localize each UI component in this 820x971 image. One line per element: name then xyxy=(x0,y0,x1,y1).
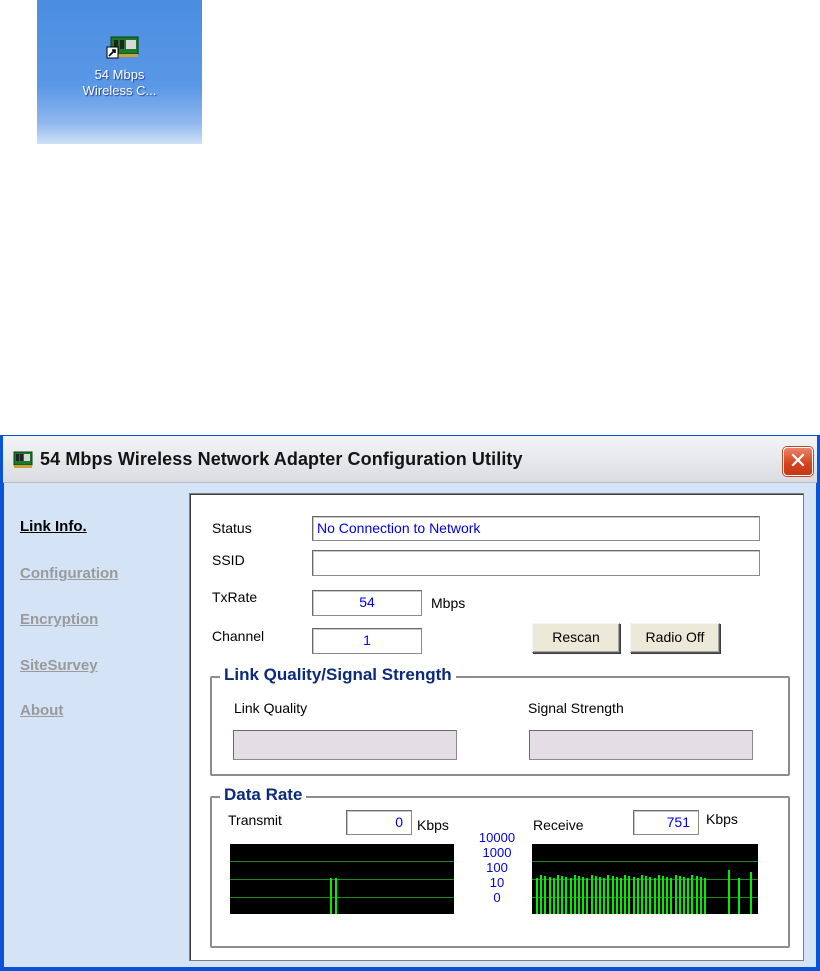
graph-bar xyxy=(561,876,563,914)
graph-bar xyxy=(540,875,542,914)
signal-strength-label: Signal Strength xyxy=(528,700,624,716)
receive-label: Receive xyxy=(533,817,584,833)
graph-bar xyxy=(544,876,546,914)
txrate-label: TxRate xyxy=(212,589,258,605)
receive-unit: Kbps xyxy=(706,811,738,827)
config-utility-window: 54 Mbps Wireless Network Adapter Configu… xyxy=(0,435,820,971)
graph-bar xyxy=(704,878,706,914)
link-quality-title: Link Quality/Signal Strength xyxy=(220,665,456,685)
receive-field: 751 xyxy=(633,810,699,835)
data-rate-group: Data Rate Transmit 0 Kbps Receive 751 Kb… xyxy=(210,785,790,948)
graph-bar xyxy=(738,878,740,914)
graph-bar xyxy=(687,878,689,914)
graph-bar xyxy=(637,878,639,914)
graph-bar xyxy=(591,875,593,914)
graph-bar xyxy=(628,876,630,914)
rate-scale: 10000 1000 100 10 0 xyxy=(478,830,516,905)
graph-bar xyxy=(696,876,698,914)
data-rate-title: Data Rate xyxy=(220,785,307,805)
rescan-button[interactable]: Rescan xyxy=(532,623,620,653)
transmit-unit: Kbps xyxy=(417,817,449,833)
graph-bar xyxy=(616,877,618,914)
graph-bar xyxy=(578,876,580,914)
signal-strength-meter xyxy=(529,730,753,760)
graph-bar xyxy=(666,877,668,914)
graph-bar xyxy=(750,872,752,914)
graph-bar xyxy=(624,875,626,914)
channel-label: Channel xyxy=(212,628,265,644)
graph-bar xyxy=(658,875,660,914)
network-card-icon xyxy=(106,36,139,59)
graph-bar xyxy=(728,870,730,914)
graph-bar xyxy=(536,878,538,914)
graph-bar xyxy=(645,876,647,914)
close-button[interactable]: ✕ xyxy=(783,447,813,476)
graph-bar xyxy=(675,875,677,914)
ssid-field xyxy=(312,550,760,576)
graph-bar xyxy=(549,877,551,914)
link-quality-meter xyxy=(233,730,457,760)
graph-bar xyxy=(654,878,656,914)
graph-bar xyxy=(599,877,601,914)
nav-sitesurvey[interactable]: SiteSurvey xyxy=(20,657,98,674)
radio-off-button[interactable]: Radio Off xyxy=(630,623,720,653)
transmit-label: Transmit xyxy=(228,812,282,828)
graph-bar xyxy=(595,876,597,914)
ssid-label: SSID xyxy=(212,552,245,568)
graph-bar xyxy=(679,876,681,914)
transmit-graph xyxy=(230,844,454,914)
desktop-shortcut-label: 54 Mbps Wireless C... xyxy=(82,67,157,98)
graph-bar xyxy=(570,878,572,914)
graph-bar xyxy=(649,877,651,914)
nav-about[interactable]: About xyxy=(20,702,63,719)
graph-bar xyxy=(612,876,614,914)
nav-configuration[interactable]: Configuration xyxy=(20,565,118,582)
graph-bar xyxy=(683,877,685,914)
txrate-unit: Mbps xyxy=(431,595,466,611)
graph-bar xyxy=(574,875,576,914)
graph-bar xyxy=(670,878,672,914)
graph-bar xyxy=(565,877,567,914)
nav-link-info[interactable]: Link Info. xyxy=(20,518,87,535)
graph-bar xyxy=(586,878,588,914)
desktop-shortcut[interactable]: 54 Mbps Wireless C... xyxy=(37,0,202,144)
graph-bar xyxy=(620,878,622,914)
transmit-field: 0 xyxy=(346,810,412,835)
link-info-panel: Status No Connection to Network SSID TxR… xyxy=(189,493,804,961)
graph-bar xyxy=(641,875,643,914)
receive-graph xyxy=(532,844,758,914)
status-label: Status xyxy=(212,520,252,536)
txrate-field: 54 xyxy=(312,590,422,616)
graph-bar xyxy=(582,877,584,914)
title-bar[interactable]: 54 Mbps Wireless Network Adapter Configu… xyxy=(3,436,817,483)
link-quality-group: Link Quality/Signal Strength Link Qualit… xyxy=(210,665,790,776)
graph-bar xyxy=(335,878,337,914)
graph-bar xyxy=(330,878,332,914)
channel-field: 1 xyxy=(312,628,422,654)
graph-bar xyxy=(553,878,555,914)
graph-bar xyxy=(662,876,664,914)
graph-bar xyxy=(691,875,693,914)
window-title: 54 Mbps Wireless Network Adapter Configu… xyxy=(40,449,523,469)
graph-bar xyxy=(633,877,635,914)
nav-encryption[interactable]: Encryption xyxy=(20,611,98,628)
app-icon xyxy=(13,451,33,468)
close-icon: ✕ xyxy=(788,448,808,473)
graph-bar xyxy=(700,877,702,914)
client-area: Link Info. Configuration Encryption Site… xyxy=(4,483,816,967)
link-quality-label: Link Quality xyxy=(234,700,308,716)
status-field: No Connection to Network xyxy=(312,516,760,541)
graph-bar xyxy=(557,875,559,914)
graph-bar xyxy=(607,875,609,914)
graph-bar xyxy=(603,878,605,914)
